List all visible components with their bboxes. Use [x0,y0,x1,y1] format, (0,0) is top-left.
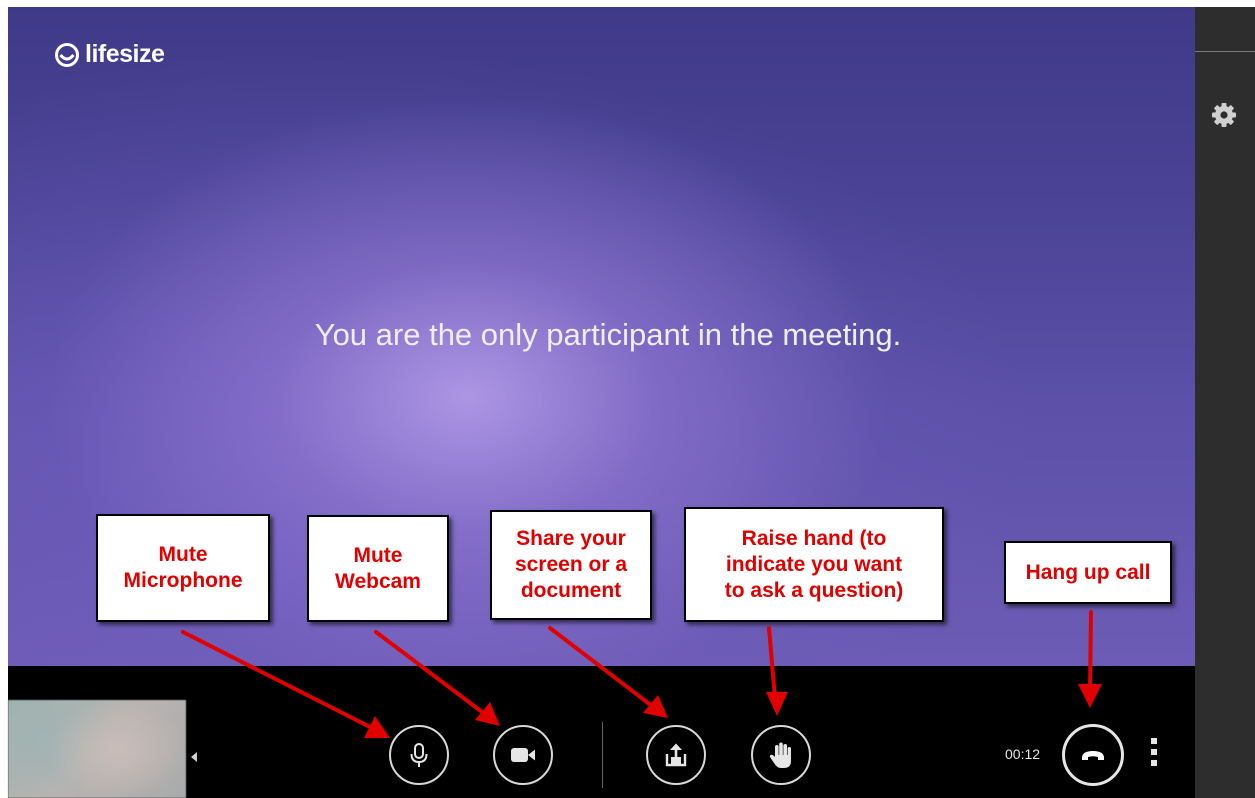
callout-mute-microphone: Mute Microphone [96,514,270,622]
video-camera-icon [511,748,535,762]
right-sidebar [1195,7,1255,798]
callout-hang-up-text: Hang up call [1025,560,1151,584]
call-timer: 00:12 [1005,746,1041,762]
callout-raise-hand-text: Raise hand (to indicate you want to ask … [724,526,904,602]
share-screen-button[interactable] [646,725,706,785]
callout-hang-up: Hang up call [1004,541,1172,604]
mute-webcam-button[interactable] [493,725,553,785]
phone-hangup-icon [1082,751,1104,760]
self-view-video[interactable] [8,700,186,798]
hand-icon [769,742,791,768]
lifesize-logo-icon [55,42,79,67]
logo-text: lifesize [85,40,165,68]
callout-mute-webcam: Mute Webcam [307,515,449,622]
lifesize-logo: lifesize [54,40,165,69]
vertical-ellipsis-icon[interactable] [1151,738,1157,766]
gear-icon[interactable] [1210,101,1238,129]
mute-microphone-button[interactable] [389,725,449,785]
callout-mute-microphone-text: Mute Microphone [123,543,243,592]
callout-share-screen-text: Share your screen or a document [514,527,628,602]
raise-hand-button[interactable] [751,725,811,785]
sidebar-divider [1195,51,1255,52]
share-upload-icon [665,743,687,767]
callout-share-screen: Share your screen or a document [490,510,652,620]
callout-mute-webcam-text: Mute Webcam [335,543,421,593]
hang-up-button[interactable] [1062,724,1124,786]
microphone-icon [410,743,428,767]
status-message: You are the only participant in the meet… [314,317,902,352]
control-divider [602,722,603,788]
callout-raise-hand: Raise hand (to indicate you want to ask … [684,507,944,622]
call-control-bar: 00:12 [8,666,1195,798]
collapse-selfview-caret-icon[interactable] [191,752,197,762]
